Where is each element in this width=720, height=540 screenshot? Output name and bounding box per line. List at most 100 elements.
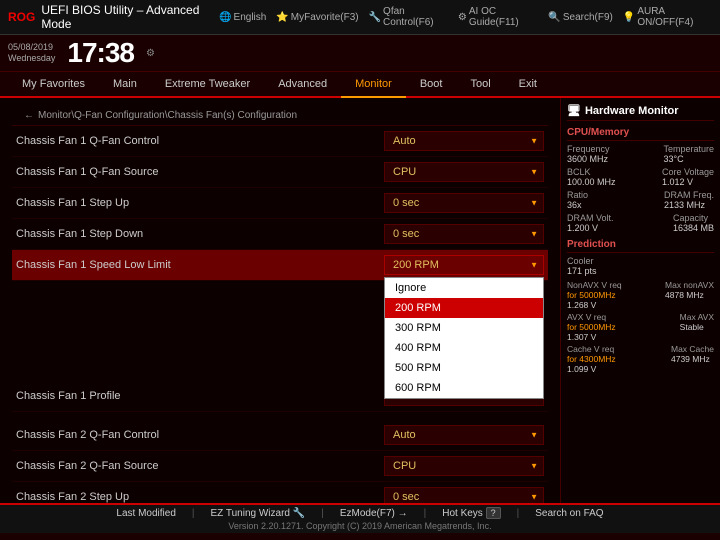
hw-monitor-title: 🖥 Hardware Monitor [567,104,714,121]
chassis1-qfan-source-wrapper: CPUMotherboard [384,162,544,182]
settings-gear-icon[interactable]: ⚙ [146,48,155,59]
chassis2-step-up-select[interactable]: 0 sec1 sec [384,487,544,503]
nav-my-favorites[interactable]: My Favorites [8,72,99,96]
pred-sublabel-nonavx: for 5000MHz [567,290,622,300]
hw-val-freq: 3600 MHz [567,154,610,164]
hw-prediction-title: Prediction [567,239,714,253]
chassis1-step-up-wrapper: 0 sec1 sec3 sec [384,193,544,213]
chassis1-speed-low-limit-select[interactable]: 200 RPM 300 RPM 400 RPM [384,255,544,275]
nav-tool[interactable]: Tool [456,72,504,96]
menu-600rpm[interactable]: 600 RPM [385,378,543,398]
menu-400rpm[interactable]: 400 RPM [385,338,543,358]
pred-val-maxnonavx: 4878 MHz [665,290,714,300]
menu-500rpm[interactable]: 500 RPM [385,358,543,378]
hw-row-ratio-dram: Ratio 36x DRAM Freq. 2133 MHz [567,190,714,210]
chassis2-qfan-control-select[interactable]: AutoManual [384,425,544,445]
hw-label-ratio: Ratio [567,190,588,200]
pred-label-maxnonavx: Max nonAVX [665,280,714,290]
nav-advanced[interactable]: Advanced [264,72,341,96]
pred-val-maxcache: 4739 MHz [671,354,714,364]
nav-monitor[interactable]: Monitor [341,72,406,98]
prediction-rows: NonAVX V req for 5000MHz 1.268 V Max non… [567,280,714,374]
label-chassis2-step-up: Chassis Fan 2 Step Up [16,491,384,503]
label-chassis1-qfan-source: Chassis Fan 1 Q-Fan Source [16,166,384,178]
menu-ignore[interactable]: Ignore [385,278,543,298]
hw-label-corevolt: Core Voltage [662,167,714,177]
menu-300rpm[interactable]: 300 RPM [385,318,543,338]
hw-label-cap: Capacity [673,213,714,223]
breadcrumb: ← Monitor\Q-Fan Configuration\Chassis Fa… [12,106,548,126]
time-display: 17:38 [67,37,134,69]
main-content: ← Monitor\Q-Fan Configuration\Chassis Fa… [0,98,720,503]
pred-label-avx: AVX V req [567,312,616,322]
chassis2-qfan-control-wrapper: AutoManual [384,425,544,445]
label-chassis1-step-down: Chassis Fan 1 Step Down [16,228,384,240]
hw-label-temp: Temperature [663,144,714,154]
label-chassis1-speed-low-limit: Chassis Fan 1 Speed Low Limit [16,259,384,271]
rog-logo: ROG [8,10,35,24]
footer-version: Version 2.20.1271. Copyright (C) 2019 Am… [228,521,491,531]
pred-row-2: Cache V req for 4300MHz 1.099 V Max Cach… [567,344,714,374]
hot-keys-key[interactable]: ? [486,507,501,519]
label-chassis1-profile: Chassis Fan 1 Profile [16,390,384,402]
pred-row-1: AVX V req for 5000MHz 1.307 V Max AVX St… [567,312,714,342]
label-chassis1-step-up: Chassis Fan 1 Step Up [16,197,384,209]
chassis2-step-up-wrapper: 0 sec1 sec [384,487,544,503]
pred-val-avx: 1.307 V [567,332,616,342]
hw-val-cap: 16384 MB [673,223,714,233]
row-chassis2-step-up: Chassis Fan 2 Step Up 0 sec1 sec [12,482,548,503]
footer-hot-keys[interactable]: Hot Keys ? [442,508,500,519]
hw-val-dramvolt: 1.200 V [567,223,614,233]
chassis1-qfan-control-select[interactable]: AutoManualSilentStandard [384,131,544,151]
toolbar-tools: 🌐 English ⭐ MyFavorite(F3) 🔧 Qfan Contro… [219,6,712,28]
pred-label-maxavx: Max AVX [680,312,714,322]
footer-ez-tuning[interactable]: EZ Tuning Wizard 🔧 [211,508,306,519]
tool-qfan[interactable]: 🔧 Qfan Control(F6) [369,6,448,28]
row-chassis1-speed-low-limit: Chassis Fan 1 Speed Low Limit 200 RPM 30… [12,250,548,281]
tool-english[interactable]: 🌐 English [219,12,266,23]
nav-exit[interactable]: Exit [505,72,551,96]
back-arrow-icon[interactable]: ← [24,110,34,121]
chassis1-qfan-source-select[interactable]: CPUMotherboard [384,162,544,182]
chassis1-qfan-control-wrapper: AutoManualSilentStandard [384,131,544,151]
speed-low-limit-dropdown[interactable]: 200 RPM 300 RPM 400 RPM Ignore 200 RPM 3… [384,255,544,275]
chassis1-step-up-select[interactable]: 0 sec1 sec3 sec [384,193,544,213]
chassis2-qfan-source-select[interactable]: CPUMotherboard [384,456,544,476]
menu-200rpm[interactable]: 200 RPM [385,298,543,318]
label-chassis1-qfan-control: Chassis Fan 1 Q-Fan Control [16,135,384,147]
tool-myfavorite[interactable]: ⭐ MyFavorite(F3) [276,12,358,23]
monitor-icon: 🖥 [567,104,581,117]
hw-cpu-memory-title: CPU/Memory [567,127,714,141]
chassis1-step-down-wrapper: 0 sec1 sec3 sec [384,224,544,244]
pred-val-nonavx: 1.268 V [567,300,622,310]
chassis1-speed-low-limit-wrapper: 200 RPM 300 RPM 400 RPM Ignore 200 RPM 3… [384,255,544,275]
pred-val-maxavx: Stable [680,322,714,332]
footer: Last Modified | EZ Tuning Wizard 🔧 | EzM… [0,503,720,533]
hw-label-cooler: Cooler [567,256,597,266]
label-chassis2-qfan-source: Chassis Fan 2 Q-Fan Source [16,460,384,472]
tool-search[interactable]: 🔍 Search(F9) [548,12,612,23]
tool-aioc[interactable]: ⚙ AI OC Guide(F11) [458,6,538,28]
date-value: 05/08/2019 [8,42,55,53]
pred-val-cache: 1.099 V [567,364,616,374]
left-panel: ← Monitor\Q-Fan Configuration\Chassis Fa… [0,98,560,503]
row-chassis1-qfan-source: Chassis Fan 1 Q-Fan Source CPUMotherboar… [12,157,548,188]
footer-search-faq[interactable]: Search on FAQ [535,508,603,519]
chassis1-step-down-select[interactable]: 0 sec1 sec3 sec [384,224,544,244]
day-value: Wednesday [8,53,55,64]
pred-label-nonavx: NonAVX V req [567,280,622,290]
pred-sublabel-avx: for 5000MHz [567,322,616,332]
nav-main[interactable]: Main [99,72,151,96]
hw-row-bclk-corevolt: BCLK 100.00 MHz Core Voltage 1.012 V [567,167,714,187]
tool-aura[interactable]: 💡 AURA ON/OFF(F4) [623,6,712,28]
label-chassis2-qfan-control: Chassis Fan 2 Q-Fan Control [16,429,384,441]
nav-boot[interactable]: Boot [406,72,457,96]
row-chassis2-qfan-control: Chassis Fan 2 Q-Fan Control AutoManual [12,420,548,451]
hw-row-dramvolt-cap: DRAM Volt. 1.200 V Capacity 16384 MB [567,213,714,233]
title-bar-left: ROG UEFI BIOS Utility – Advanced Mode [8,3,219,31]
footer-ez-mode[interactable]: EzMode(F7) → [340,508,408,519]
speed-low-limit-menu: Ignore 200 RPM 300 RPM 400 RPM 500 RPM 6… [384,277,544,399]
nav-extreme-tweaker[interactable]: Extreme Tweaker [151,72,264,96]
row-chassis1-step-up: Chassis Fan 1 Step Up 0 sec1 sec3 sec [12,188,548,219]
footer-last-modified[interactable]: Last Modified [116,508,175,519]
